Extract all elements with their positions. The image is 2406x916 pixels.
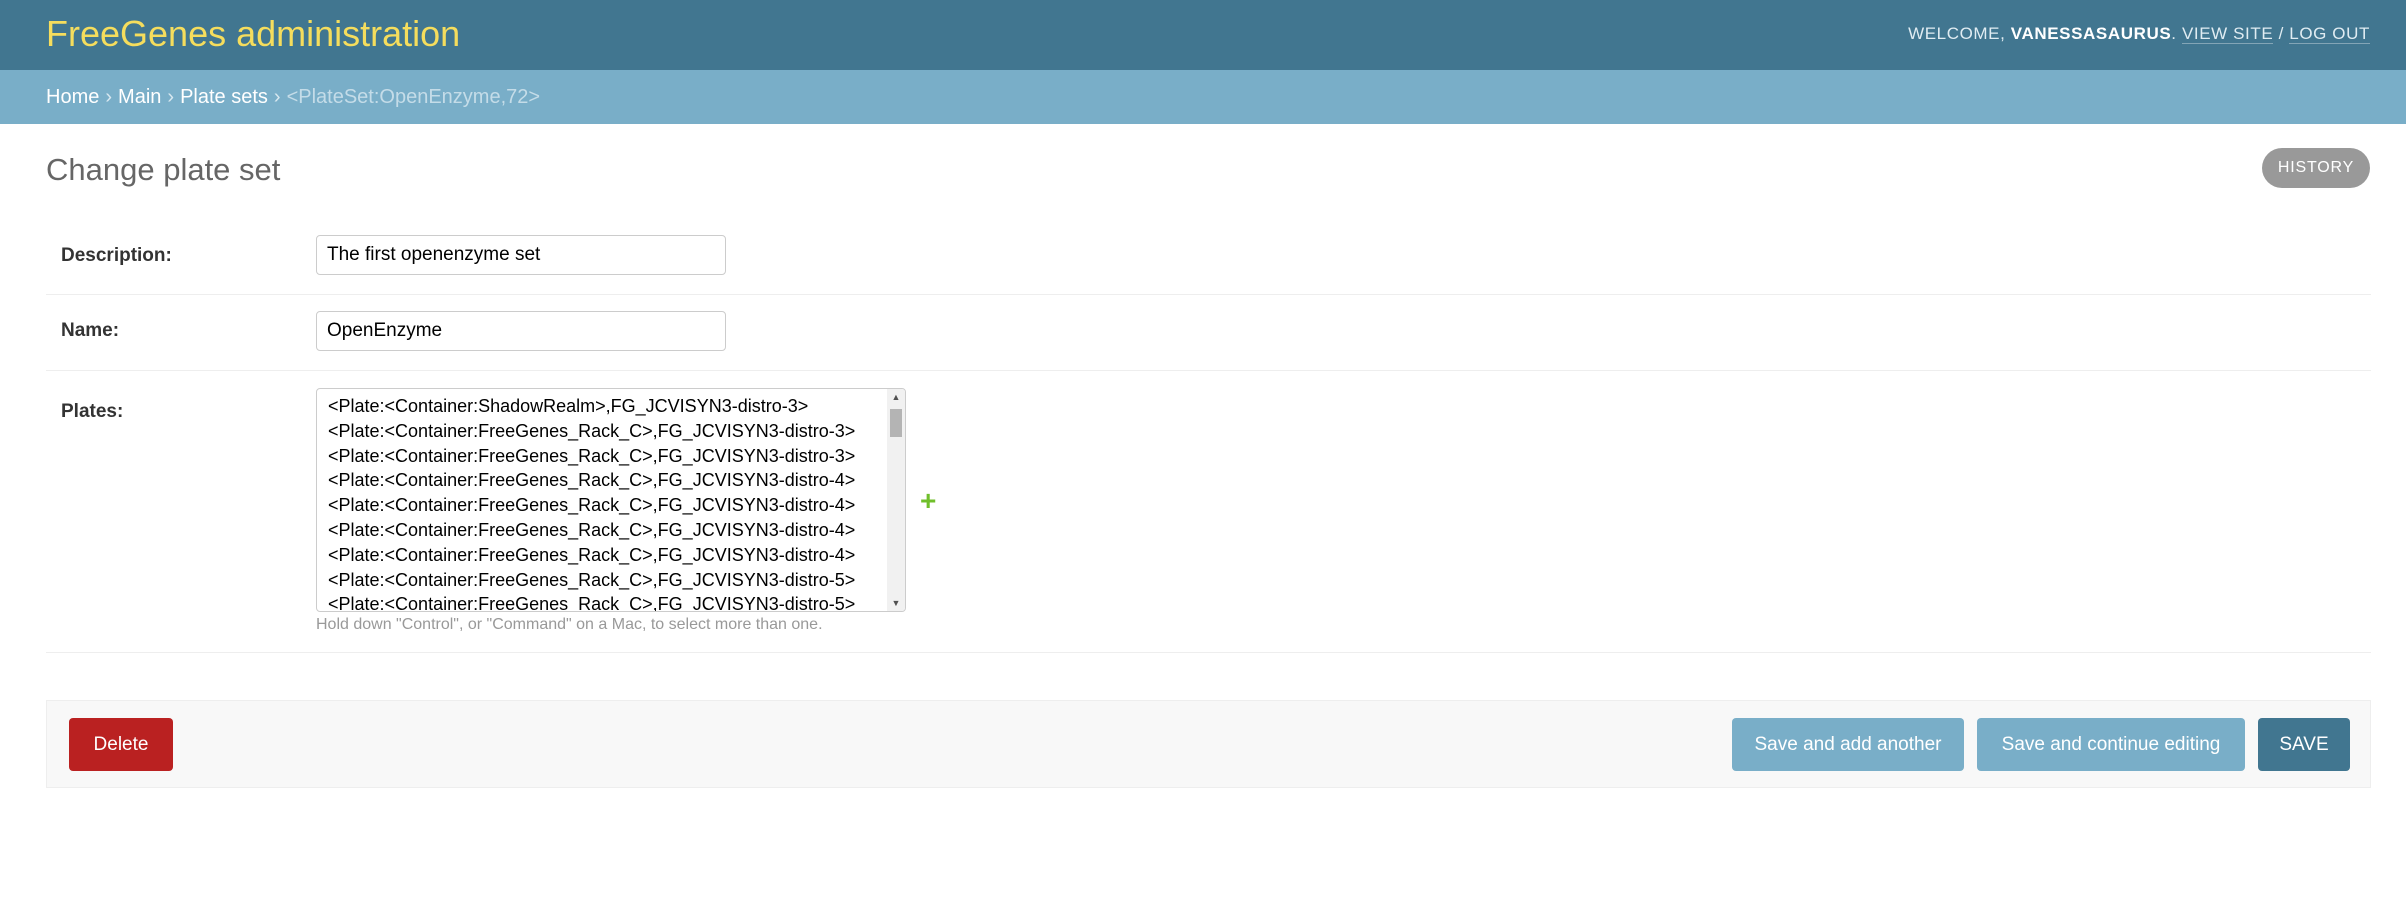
plate-option[interactable]: <Plate:<Container:FreeGenes_Rack_C>,FG_J… <box>328 568 855 593</box>
plus-icon[interactable]: + <box>920 486 936 516</box>
breadcrumb-separator: › <box>273 86 281 108</box>
scroll-up-arrow-icon[interactable]: ▲ <box>887 389 905 405</box>
username: VANESSASAURUS <box>2010 24 2172 43</box>
plate-option[interactable]: <Plate:<Container:ShadowRealm>,FG_JCVISY… <box>328 394 855 419</box>
plate-option[interactable]: <Plate:<Container:FreeGenes_Rack_C>,FG_J… <box>328 444 855 469</box>
plate-option[interactable]: <Plate:<Container:FreeGenes_Rack_C>,FG_J… <box>328 419 855 444</box>
plates-multiselect[interactable]: <Plate:<Container:ShadowRealm>,FG_JCVISY… <box>316 388 906 612</box>
save-button[interactable]: SAVE <box>2258 718 2350 771</box>
plate-option[interactable]: <Plate:<Container:FreeGenes_Rack_C>,FG_J… <box>328 518 855 543</box>
plate-option[interactable]: <Plate:<Container:FreeGenes_Rack_C>,FG_J… <box>328 468 855 493</box>
breadcrumb-current: <PlateSet:OpenEnzyme,72> <box>286 86 541 108</box>
log-out-link[interactable]: LOG OUT <box>2289 24 2370 44</box>
breadcrumb-separator: › <box>105 86 113 108</box>
site-name[interactable]: FreeGenes administration <box>46 12 460 56</box>
breadcrumb-main[interactable]: Main <box>118 86 161 108</box>
form-row-description: Description: The first openenzyme set <box>46 220 2371 295</box>
description-label: Description: <box>61 245 172 266</box>
breadcrumb: Home › Main › Plate sets › <PlateSet:OpenEnzym… <box>0 70 2406 124</box>
breadcrumb-home[interactable]: Home <box>46 86 99 108</box>
form-row-name: Name: OpenEnzyme <box>46 295 2371 371</box>
submit-row: Delete Save and add another Save and con… <box>46 700 2371 788</box>
name-input[interactable]: OpenEnzyme <box>316 311 726 351</box>
header: FreeGenes administration WELCOME, VANESS… <box>0 0 2406 70</box>
welcome-label: WELCOME, <box>1908 24 2006 43</box>
scrollbar-thumb[interactable] <box>890 409 902 437</box>
plate-option[interactable]: <Plate:<Container:FreeGenes_Rack_C>,FG_J… <box>328 493 855 518</box>
history-button[interactable]: HISTORY <box>2262 148 2370 188</box>
plates-help-text: Hold down "Control", or "Command" on a M… <box>316 616 823 633</box>
scroll-down-arrow-icon[interactable]: ▼ <box>887 595 905 611</box>
plate-option[interactable]: <Plate:<Container:FreeGenes_Rack_C>,FG_J… <box>328 543 855 568</box>
plate-option[interactable]: <Plate:<Container:FreeGenes_Rack_C>,FG_J… <box>328 592 855 611</box>
delete-button[interactable]: Delete <box>69 718 173 771</box>
user-tools-separator: / <box>2278 24 2284 43</box>
plates-scrollbar[interactable]: ▲ ▼ <box>887 389 905 611</box>
user-tools: WELCOME, VANESSASAURUS. VIEW SITE / LOG … <box>1908 24 2370 44</box>
page-title: Change plate set <box>46 152 281 187</box>
plates-label: Plates: <box>61 401 124 422</box>
save-and-continue-button[interactable]: Save and continue editing <box>1977 718 2245 771</box>
breadcrumb-separator: › <box>167 86 175 108</box>
form-row-plates: Plates: <Plate:<Container:ShadowRealm>,F… <box>46 371 2371 653</box>
plates-options-list: <Plate:<Container:ShadowRealm>,FG_JCVISY… <box>328 394 855 611</box>
name-label: Name: <box>61 320 120 341</box>
breadcrumb-plate-sets[interactable]: Plate sets <box>180 86 268 108</box>
description-input[interactable]: The first openenzyme set <box>316 235 726 275</box>
save-and-add-another-button[interactable]: Save and add another <box>1732 718 1964 771</box>
view-site-link[interactable]: VIEW SITE <box>2181 24 2274 44</box>
